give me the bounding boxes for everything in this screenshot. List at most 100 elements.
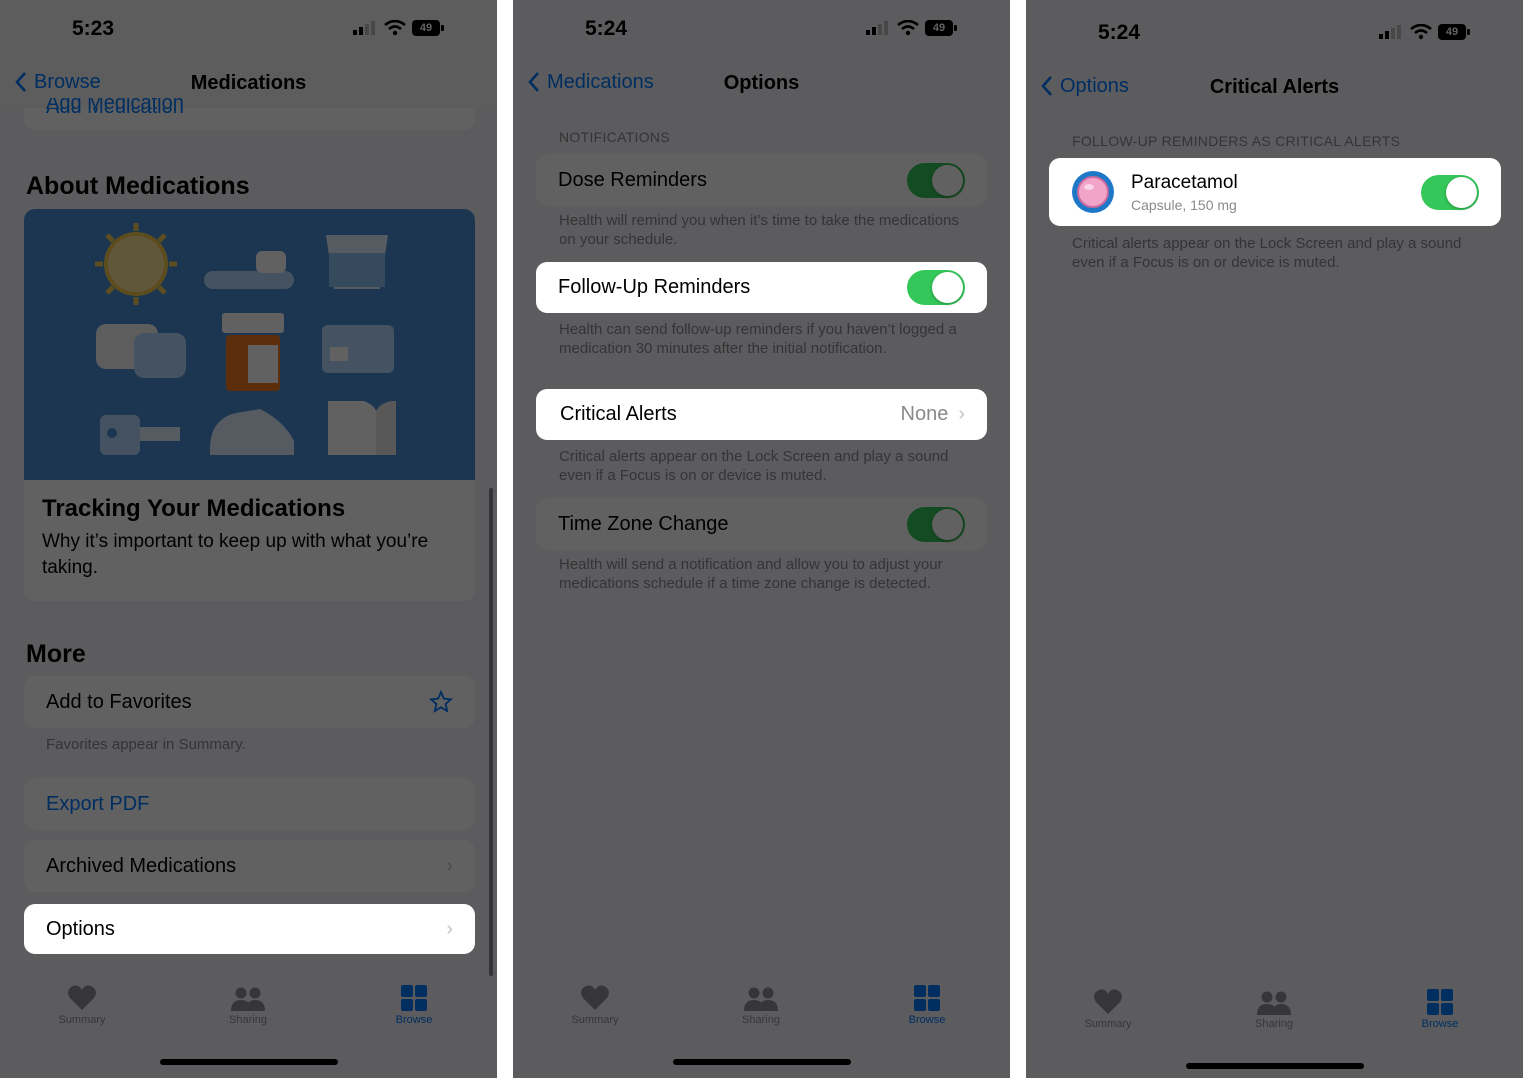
book-icon <box>328 401 396 455</box>
grid-icon <box>1427 989 1453 1015</box>
cellular-signal-icon <box>866 21 888 35</box>
article-subtitle: Why it’s important to keep up with what … <box>42 531 429 578</box>
tab-bar: Summary Sharing Browse <box>0 980 497 1040</box>
wallet-icon <box>322 325 394 373</box>
cup-icon <box>326 235 388 289</box>
tab-summary[interactable]: Summary <box>32 980 132 1026</box>
page-title: Options <box>723 72 800 94</box>
chevron-right-icon: › <box>958 403 965 425</box>
star-icon[interactable] <box>429 690 453 714</box>
tab-browse-label: Browse <box>395 1014 433 1026</box>
tab-browse-label: Browse <box>908 1014 946 1026</box>
dose-reminders-footer: Health will remind you when it’s time to… <box>559 212 959 248</box>
back-button[interactable]: Medications <box>527 70 654 94</box>
medication-text: Paracetamol Capsule, 150 mg <box>1131 172 1238 213</box>
critical-alerts-value: None <box>900 403 949 425</box>
cellular-signal-icon <box>353 21 375 35</box>
tab-sharing[interactable]: Sharing <box>1224 984 1324 1030</box>
archived-medications-row[interactable]: Archived Medications › <box>24 840 475 892</box>
tab-summary-label: Summary <box>58 1014 106 1026</box>
screen-critical-alerts: 5:24 49 Options Critical Alerts FOLLOW-U… <box>1026 0 1523 1078</box>
back-button[interactable]: Options <box>1040 74 1129 98</box>
tab-browse[interactable]: Browse <box>364 980 464 1026</box>
back-label: Medications <box>547 70 654 93</box>
medication-name: Paracetamol <box>1131 171 1238 193</box>
options-row[interactable]: Options › <box>24 904 475 954</box>
time-zone-footer: Health will send a notification and allo… <box>559 556 943 592</box>
screen-medications: 5:23 49 Browse Medications Add Medicatio… <box>0 0 497 1078</box>
favorites-label: Add to Favorites <box>46 690 192 713</box>
tab-browse[interactable]: Browse <box>1390 984 1490 1030</box>
tab-sharing-label: Sharing <box>229 1014 267 1026</box>
dose-reminders-toggle[interactable] <box>907 162 965 198</box>
chevron-left-icon <box>15 72 26 92</box>
follow-up-reminders-toggle[interactable] <box>907 270 965 305</box>
favorites-footer: Favorites appear in Summary. <box>46 736 246 753</box>
tab-bar: Summary Sharing Browse <box>513 980 1010 1040</box>
tab-sharing[interactable]: Sharing <box>711 980 811 1026</box>
paracetamol-row: Paracetamol Capsule, 150 mg <box>1049 158 1501 226</box>
heart-icon <box>1094 989 1122 1014</box>
export-pdf-button[interactable]: Export PDF <box>24 778 475 830</box>
people-icon <box>1257 991 1291 1015</box>
dose-reminders-label: Dose Reminders <box>558 168 707 191</box>
follow-up-reminders-label: Follow-Up Reminders <box>558 276 751 298</box>
medication-capsule-icon <box>1072 171 1114 213</box>
cellular-signal-icon <box>1379 25 1401 39</box>
pill-bottle-icon <box>222 313 284 391</box>
time-zone-label: Time Zone Change <box>558 512 729 535</box>
people-icon <box>744 987 778 1011</box>
archived-label: Archived Medications <box>46 854 237 877</box>
tab-browse-label: Browse <box>1421 1018 1459 1030</box>
section-header-about: About Medications <box>26 172 250 200</box>
medication-detail: Capsule, 150 mg <box>1131 196 1237 213</box>
options-label: Options <box>46 917 115 940</box>
time-zone-toggle[interactable] <box>907 506 965 542</box>
followup-footer: Health can send follow-up reminders if y… <box>559 321 957 357</box>
tab-sharing-label: Sharing <box>742 1014 780 1026</box>
section-header-more: More <box>26 640 86 668</box>
export-pdf-label: Export PDF <box>46 792 150 815</box>
grid-icon <box>914 985 940 1011</box>
section-header-critical: FOLLOW-UP REMINDERS AS CRITICAL ALERTS <box>1072 133 1401 149</box>
tab-sharing-label: Sharing <box>1255 1018 1293 1030</box>
tab-sharing[interactable]: Sharing <box>198 980 298 1026</box>
wifi-icon <box>384 20 406 36</box>
article-title: Tracking Your Medications <box>42 495 346 522</box>
wifi-icon <box>1410 24 1432 40</box>
people-icon <box>231 987 265 1011</box>
chevron-left-icon <box>1041 76 1052 96</box>
add-medication-peek: Add Medication <box>46 98 184 112</box>
medications-illustration <box>24 209 475 480</box>
heart-icon <box>68 985 96 1010</box>
follow-up-reminders-row: Follow-Up Reminders <box>536 262 987 313</box>
battery-icon: 49 <box>925 20 957 36</box>
article-card[interactable]: Tracking Your Medications Why it’s impor… <box>24 209 475 601</box>
screen-options: 5:24 49 Medications Options NOTIFICATION… <box>513 0 1010 1078</box>
back-label: Browse <box>34 70 101 93</box>
paracetamol-critical-toggle[interactable] <box>1421 174 1479 210</box>
add-to-favorites-row[interactable]: Add to Favorites <box>24 676 475 728</box>
status-icons: 49 <box>1378 24 1470 40</box>
scrollbar[interactable] <box>489 488 493 976</box>
section-header-notifications: NOTIFICATIONS <box>559 129 670 145</box>
tab-summary[interactable]: Summary <box>545 980 645 1026</box>
critical-alerts-footer: Critical alerts appear on the Lock Scree… <box>559 448 949 484</box>
page-title: Critical Alerts <box>1209 76 1340 98</box>
heart-icon <box>581 985 609 1010</box>
back-button-overlay[interactable]: Browse <box>14 70 101 94</box>
critical-alerts-label: Critical Alerts <box>560 403 677 425</box>
dose-reminders-row: Dose Reminders <box>536 154 987 206</box>
tab-summary-label: Summary <box>1084 1018 1132 1030</box>
tab-browse[interactable]: Browse <box>877 980 977 1026</box>
critical-alerts-row[interactable]: Critical Alerts None › <box>536 389 987 440</box>
page-title-overlay: Medications <box>190 72 307 94</box>
tab-summary[interactable]: Summary <box>1058 984 1158 1030</box>
status-time: 5:24 <box>585 17 628 40</box>
home-indicator <box>160 1059 338 1065</box>
tab-summary-label: Summary <box>571 1014 619 1026</box>
battery-icon: 49 <box>1438 24 1470 40</box>
status-icons-overlay: 49 <box>352 20 444 36</box>
home-indicator <box>673 1059 851 1065</box>
tab-bar: Summary Sharing Browse <box>1026 984 1523 1044</box>
